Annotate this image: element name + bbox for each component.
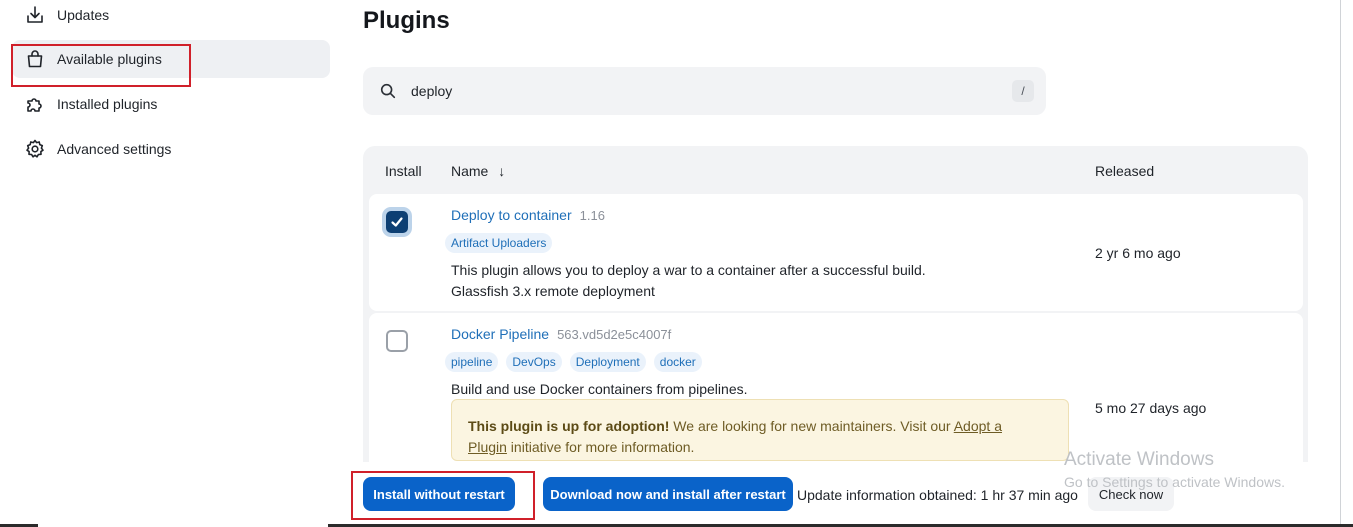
plugin-description-line: Glassfish 3.x remote deployment (451, 283, 655, 299)
adopt-a-plugin-link[interactable]: Plugin (468, 439, 507, 455)
adoption-notice-text: We are looking for new maintainers. Visi… (669, 418, 954, 434)
activate-windows-watermark: Activate Windows (1064, 449, 1214, 470)
update-info-text: Update information obtained: 1 hr 37 min… (797, 487, 1078, 503)
plugin-name-link[interactable]: Docker Pipeline 563.vd5d2e5c4007f (451, 326, 671, 342)
download-install-after-restart-button[interactable]: Download now and install after restart (543, 477, 793, 511)
sidebar-item-label: Advanced settings (57, 141, 172, 157)
sidebar-item-updates[interactable]: Updates (12, 0, 330, 34)
plugin-tag[interactable]: DevOps (506, 352, 562, 372)
adopt-a-plugin-link[interactable]: Adopt a (954, 418, 1002, 434)
install-checkbox[interactable] (386, 330, 408, 352)
plugin-version: 563.vd5d2e5c4007f (557, 327, 672, 342)
install-checkbox[interactable] (386, 211, 408, 233)
release-date: 2 yr 6 mo ago (1095, 245, 1181, 261)
page-title: Plugins (363, 7, 450, 34)
adoption-notice-text: initiative for more information. (506, 439, 695, 455)
column-header-install: Install (385, 163, 422, 179)
release-date: 5 mo 27 days ago (1095, 400, 1207, 416)
puzzle-icon (24, 93, 46, 115)
install-without-restart-button[interactable]: Install without restart (363, 477, 515, 511)
adoption-notice: This plugin is up for adoption! We are l… (451, 399, 1069, 461)
checkmark-icon (391, 217, 403, 227)
plugin-tag[interactable]: Deployment (569, 352, 646, 372)
plugin-description: This plugin allows you to deploy a war t… (451, 260, 926, 302)
sidebar-item-available-plugins[interactable]: Available plugins (12, 40, 330, 78)
plugin-name: Deploy to container (451, 207, 572, 223)
shopping-bag-icon (24, 48, 46, 70)
table-row: Deploy to container 1.16 Artifact Uploade… (369, 194, 1303, 311)
plugin-tags: pipeline DevOps Deployment docker (445, 352, 702, 372)
search-icon (378, 81, 398, 101)
sidebar-item-label: Updates (57, 7, 110, 23)
column-header-released: Released (1095, 163, 1155, 179)
download-icon (24, 4, 46, 26)
plugin-tag[interactable]: pipeline (445, 352, 499, 372)
gear-icon (24, 138, 46, 160)
activate-windows-watermark-subtitle: Go to Settings to activate Windows. (1064, 474, 1285, 490)
sidebar-item-advanced-settings[interactable]: Advanced settings (12, 130, 330, 168)
sidebar: Updates Available plugins Installed plug… (0, 0, 340, 527)
plugin-name: Docker Pipeline (451, 326, 550, 342)
sidebar-item-installed-plugins[interactable]: Installed plugins (12, 85, 330, 123)
column-header-name[interactable]: Name ↓ (451, 163, 505, 179)
adoption-notice-title: This plugin is up for adoption! (468, 418, 670, 434)
sort-arrow-icon: ↓ (498, 163, 506, 179)
plugin-version: 1.16 (579, 208, 605, 223)
plugin-tag[interactable]: docker (653, 352, 702, 372)
search-bar[interactable]: / (363, 67, 1046, 115)
plugin-description-line: This plugin allows you to deploy a war t… (451, 262, 926, 278)
plugin-description: Build and use Docker containers from pip… (451, 381, 748, 397)
plugin-name-link[interactable]: Deploy to container 1.16 (451, 207, 605, 223)
column-header-name-label: Name (451, 163, 489, 179)
plugin-tag[interactable]: Artifact Uploaders (445, 233, 553, 253)
scrollbar-edge (1340, 0, 1341, 527)
sidebar-item-label: Installed plugins (57, 96, 158, 112)
keyboard-shortcut-hint: / (1012, 80, 1034, 102)
sidebar-item-label: Available plugins (57, 51, 162, 67)
plugin-tags: Artifact Uploaders (445, 233, 553, 253)
search-input[interactable] (411, 83, 971, 99)
